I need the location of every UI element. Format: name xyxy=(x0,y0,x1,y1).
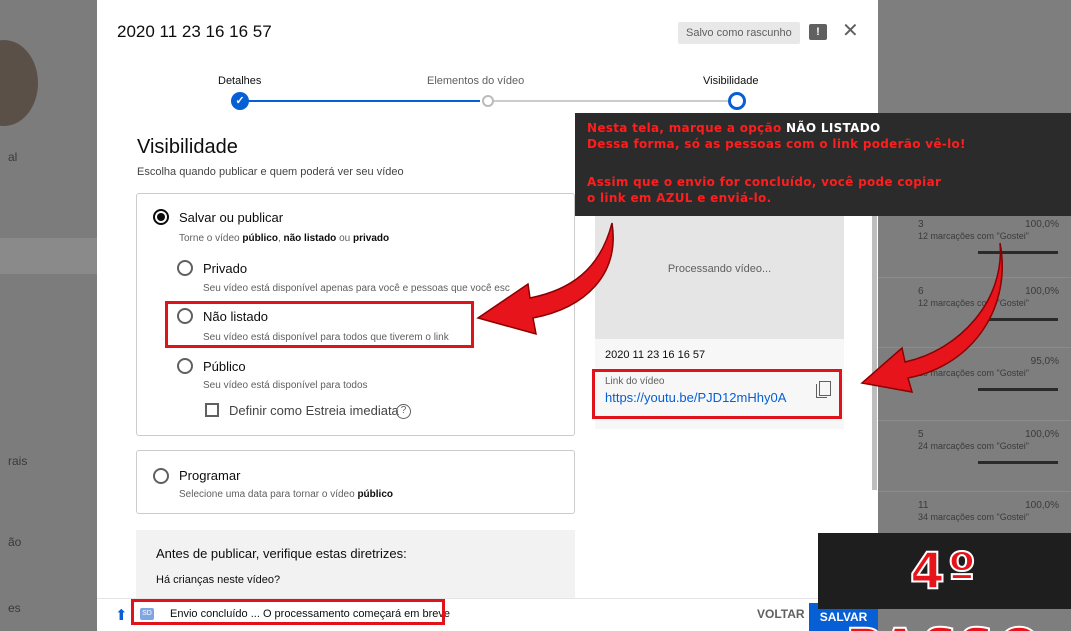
feedback-icon[interactable]: ! xyxy=(809,24,827,40)
save-publish-label[interactable]: Salvar ou publicar xyxy=(179,210,283,225)
guidelines-box: Antes de publicar, verifique estas diret… xyxy=(136,530,575,600)
stepper-progress-line xyxy=(243,100,480,102)
visibility-heading: Visibilidade xyxy=(137,136,238,158)
public-label[interactable]: Público xyxy=(203,359,246,374)
step-video-elements-label[interactable]: Elementos do vídeo xyxy=(427,75,524,87)
dialog-title: 2020 11 23 16 16 57 xyxy=(117,22,272,41)
background-sidebar-text: es xyxy=(8,601,21,615)
guidelines-title: Antes de publicar, verifique estas diret… xyxy=(156,546,407,561)
link-highlight-box xyxy=(592,369,842,419)
callout-line-4: o link em AZUL e enviá-lo. xyxy=(587,191,772,205)
upload-icon[interactable]: ⬆ xyxy=(115,606,128,624)
draft-status-badge: Salvo como rascunho xyxy=(678,22,800,44)
callout-line-1: Nesta tela, marque a opção NÃO LISTADO xyxy=(587,121,881,135)
background-analytics-row: 3 100,0% 12 marcações com "Gostei" xyxy=(878,210,1071,272)
step-pending-dot[interactable] xyxy=(482,95,494,107)
step-visibility-label[interactable]: Visibilidade xyxy=(703,75,758,87)
guidelines-question: Há crianças neste vídeo? xyxy=(156,574,281,586)
private-label[interactable]: Privado xyxy=(203,261,247,276)
premiere-checkbox[interactable] xyxy=(205,403,219,417)
schedule-radio[interactable] xyxy=(153,468,169,484)
background-analytics-row: 95,0% 19 marcações com "Gostei" xyxy=(878,347,1071,409)
callout-line-2: Dessa forma, só as pessoas com o link po… xyxy=(587,137,966,151)
schedule-label[interactable]: Programar xyxy=(179,468,240,483)
background-sidebar-text: rais xyxy=(8,454,28,468)
video-filename: 2020 11 23 16 16 57 xyxy=(605,349,706,361)
step-current-dot[interactable] xyxy=(728,92,746,110)
public-radio[interactable] xyxy=(177,358,193,374)
callout-line-3: Assim que o envio for concluído, você po… xyxy=(587,175,942,189)
instruction-callout: Nesta tela, marque a opção NÃO LISTADO D… xyxy=(575,113,1071,216)
stepper-remaining-line xyxy=(492,100,732,102)
back-button[interactable]: VOLTAR xyxy=(757,607,805,621)
schedule-description: Selecione uma data para tornar o vídeo p… xyxy=(179,489,394,500)
visibility-subtitle: Escolha quando publicar e quem poderá ve… xyxy=(137,166,404,178)
help-icon[interactable]: ? xyxy=(396,404,411,419)
background-sidebar-active-item xyxy=(0,238,97,274)
save-publish-radio[interactable] xyxy=(153,209,169,225)
schedule-card: Programar Selecione uma data para tornar… xyxy=(136,450,575,514)
close-icon[interactable]: ✕ xyxy=(842,18,859,43)
unlisted-highlight-box xyxy=(165,301,474,348)
public-description: Seu vídeo está disponível para todos xyxy=(203,380,368,391)
background-sidebar-text: al xyxy=(8,150,18,164)
background-sidebar-text: ão xyxy=(8,535,22,549)
premiere-label[interactable]: Definir como Estreia imediata xyxy=(229,403,399,418)
private-radio[interactable] xyxy=(177,260,193,276)
private-description: Seu vídeo está disponível apenas para vo… xyxy=(203,283,510,294)
save-publish-description: Torne o vídeo público, não listado ou pr… xyxy=(179,233,390,244)
status-highlight-box xyxy=(131,599,445,625)
dialog-scrollbar[interactable] xyxy=(872,190,877,490)
processing-text: Processando vídeo... xyxy=(667,263,772,275)
background-analytics-row: 5 100,0% 24 marcações com "Gostei" xyxy=(878,420,1071,482)
step-details-label[interactable]: Detalhes xyxy=(218,75,261,87)
step-done-check-icon[interactable]: ✓ xyxy=(231,92,249,110)
video-preview: Processando vídeo... xyxy=(595,215,844,339)
background-analytics-row: 6 100,0% 12 marcações com "Gostei" xyxy=(878,277,1071,339)
step-banner: 4º PASSO xyxy=(818,533,1071,631)
